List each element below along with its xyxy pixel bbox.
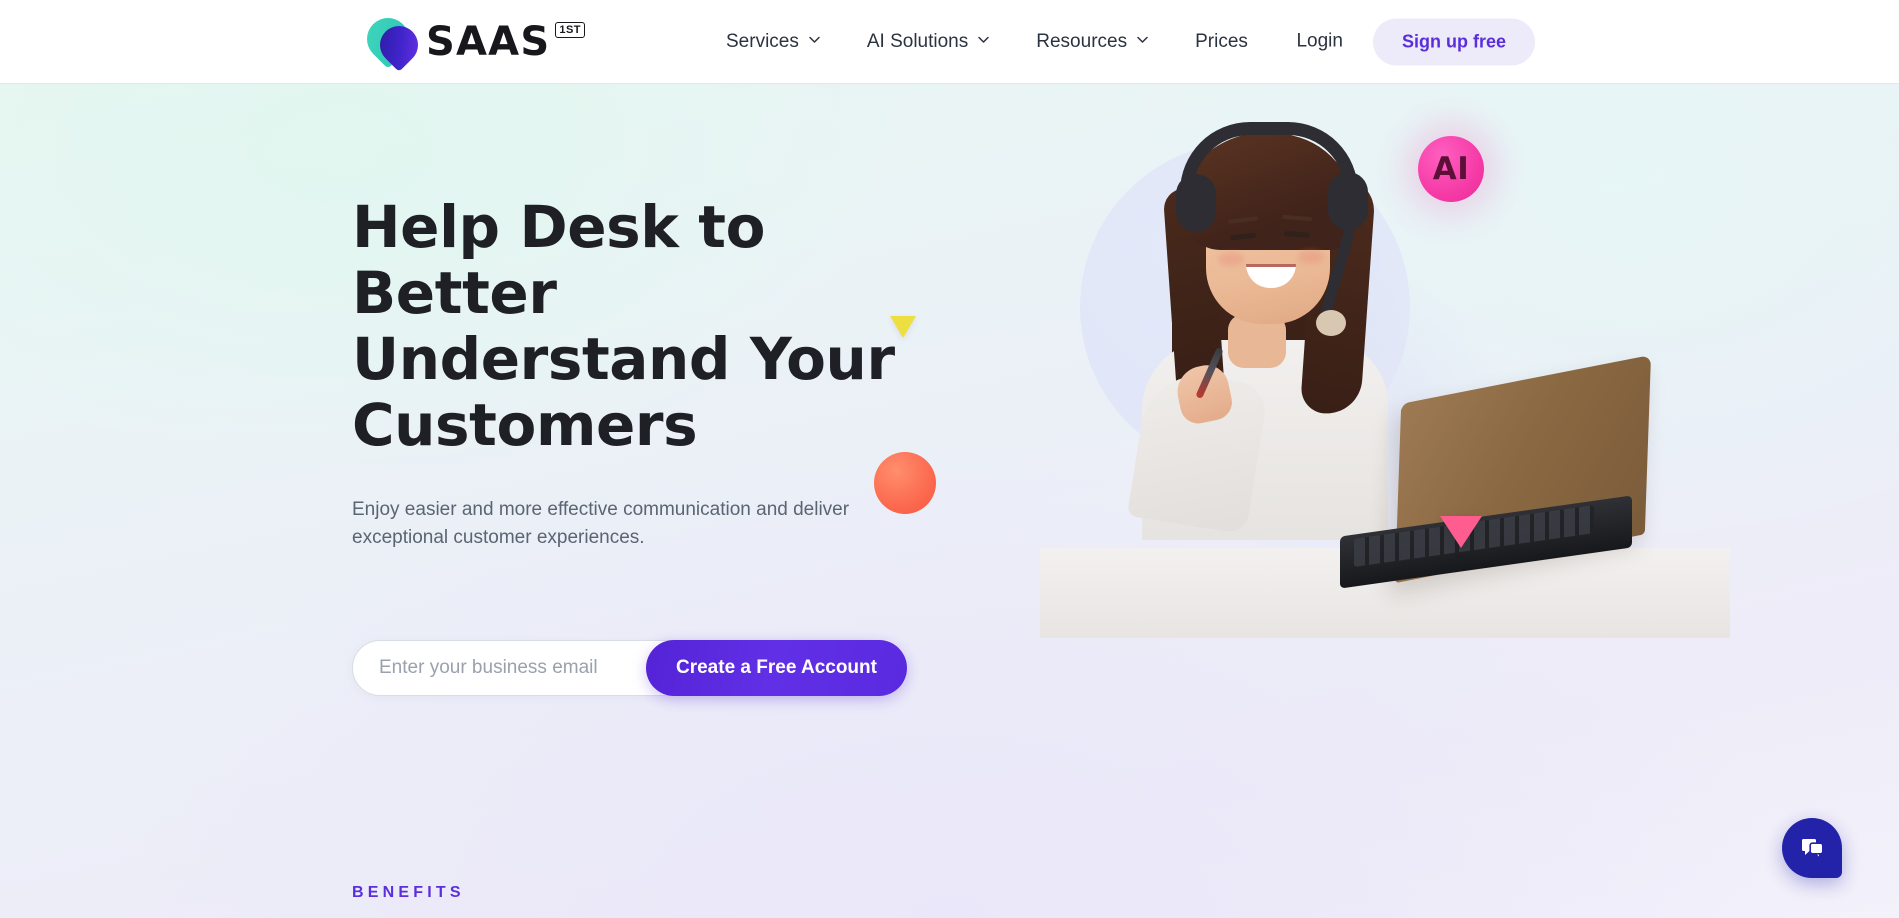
nav-item-ai-solutions[interactable]: AI Solutions: [867, 25, 990, 59]
logo-text: SAAS: [426, 18, 551, 65]
hero-section: Help Desk to Better Understand Your Cust…: [0, 84, 1899, 918]
page-title: Help Desk to Better Understand Your Cust…: [352, 193, 895, 459]
yellow-triangle-icon: [890, 316, 916, 338]
benefits-eyebrow: BENEFITS: [352, 884, 465, 901]
orange-circle-icon: [874, 452, 936, 514]
create-free-account-button[interactable]: Create a Free Account: [646, 640, 907, 696]
hero-subtitle: Enjoy easier and more effective communic…: [352, 499, 850, 548]
header-auth-group: Login Sign up free: [1296, 18, 1535, 65]
nav-item-resources[interactable]: Resources: [1036, 25, 1149, 59]
chevron-down-icon: [977, 33, 990, 46]
main-navigation: Services AI Solutions Resources Prices: [726, 25, 1248, 59]
hero-copy: Help Desk to Better Understand Your Cust…: [352, 194, 912, 552]
nav-label: Resources: [1036, 30, 1128, 52]
chevron-down-icon: [808, 33, 821, 46]
benefits-section: BENEFITS The Only Help Desk: [352, 884, 1112, 918]
nav-item-services[interactable]: Services: [726, 25, 821, 59]
sign-up-free-button[interactable]: Sign up free: [1372, 18, 1535, 65]
site-logo[interactable]: SAAS 1ST: [358, 8, 586, 72]
landing-page: SAAS 1ST Services AI Solutions Resources…: [0, 0, 1899, 918]
chat-widget-button[interactable]: [1782, 818, 1842, 878]
nav-label: Prices: [1195, 30, 1248, 52]
nav-label: Services: [726, 30, 799, 52]
business-email-input[interactable]: [353, 641, 646, 695]
nav-label: AI Solutions: [866, 30, 969, 52]
site-header: SAAS 1ST Services AI Solutions Resources…: [0, 0, 1899, 84]
location-pin-logo-icon: [358, 8, 426, 72]
chevron-down-icon: [1136, 33, 1149, 46]
logo-superscript: 1ST: [555, 21, 586, 38]
chat-bubble-icon: [1799, 835, 1825, 861]
pink-triangle-icon: [1440, 516, 1482, 548]
login-link[interactable]: Login: [1296, 31, 1343, 53]
ai-badge: AI: [1418, 136, 1484, 202]
hero-illustration: AI: [874, 84, 1730, 684]
nav-item-prices[interactable]: Prices: [1195, 25, 1248, 59]
signup-email-form: Create a Free Account: [352, 640, 907, 696]
